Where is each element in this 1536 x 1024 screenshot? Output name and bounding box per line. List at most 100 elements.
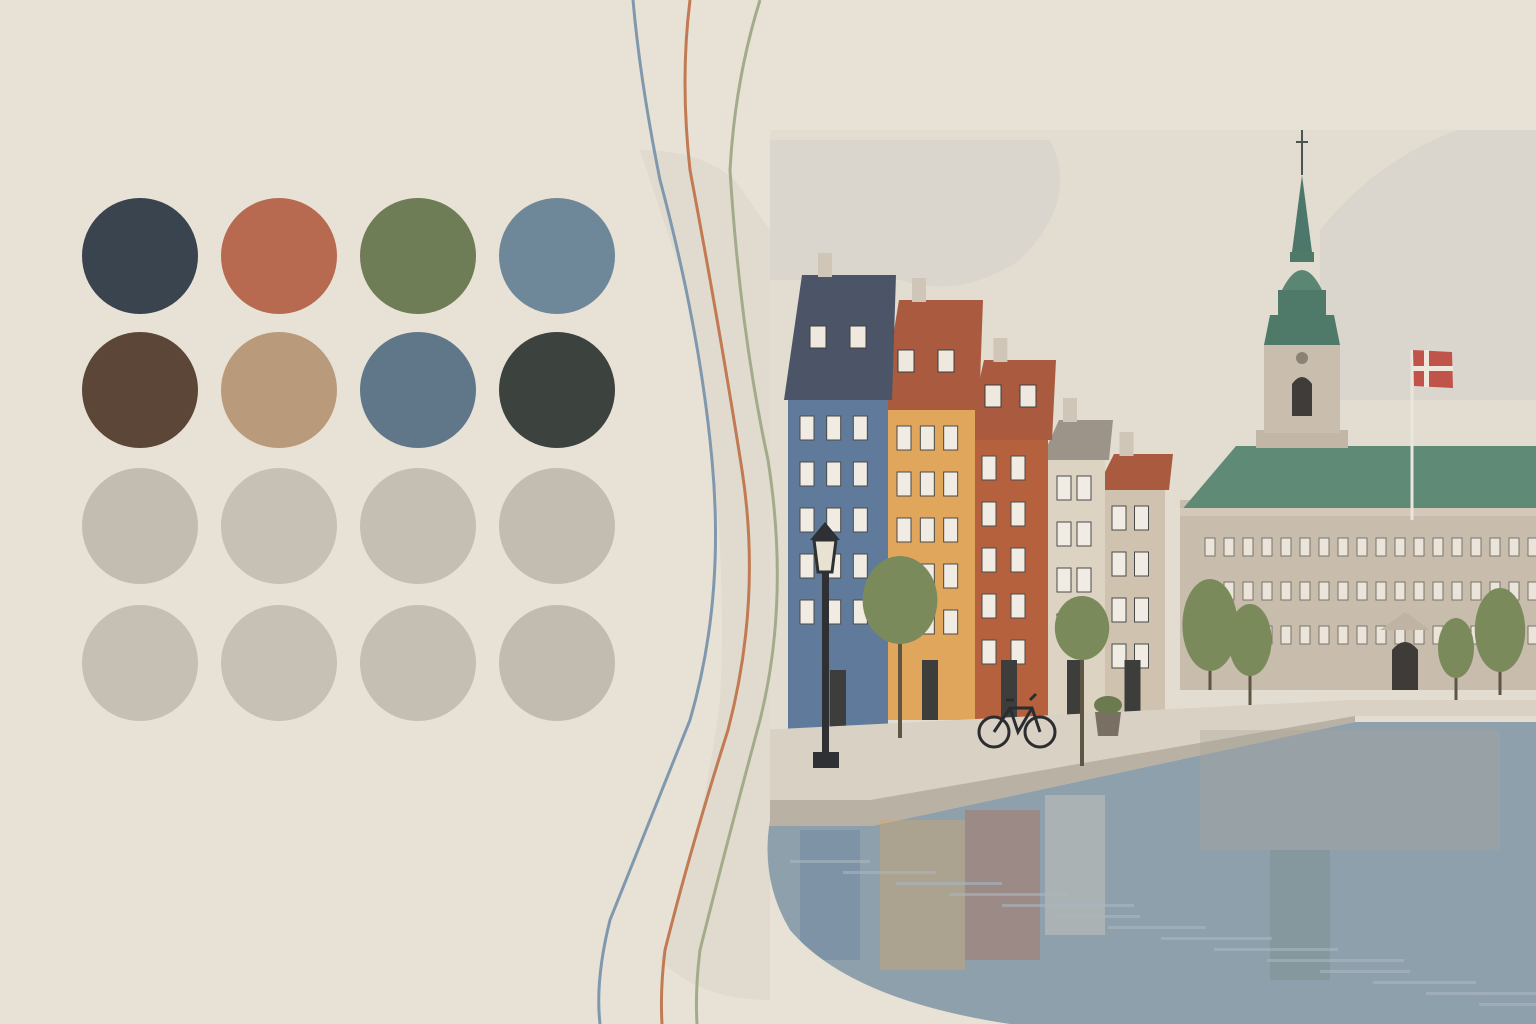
palace-window xyxy=(1223,537,1235,557)
water-ripple xyxy=(1373,981,1476,984)
tree-crown xyxy=(1054,596,1110,660)
water-ripple xyxy=(1426,992,1536,995)
dormer-window xyxy=(897,349,915,373)
townhouse-window xyxy=(981,501,997,527)
townhouse-window xyxy=(943,425,959,451)
tree-crown xyxy=(1474,588,1526,672)
tree-crown xyxy=(862,556,938,644)
water-ripple xyxy=(949,893,1068,896)
townhouse-window xyxy=(1134,505,1149,531)
tower-roof xyxy=(1264,315,1340,345)
townhouse-window xyxy=(852,507,868,533)
palace-window xyxy=(1394,581,1406,601)
water-ripple xyxy=(896,882,1002,885)
poster xyxy=(0,0,1536,1024)
palace-window xyxy=(1280,581,1292,601)
palace-window xyxy=(1527,537,1536,557)
townhouse-window xyxy=(943,471,959,497)
townhouse-door xyxy=(830,670,846,730)
palace-window xyxy=(1413,537,1425,557)
palace-window xyxy=(1337,625,1349,645)
planter xyxy=(1095,712,1121,736)
lamp-head xyxy=(812,538,838,574)
tree-crown xyxy=(1228,604,1272,676)
danish-flag-icon xyxy=(1413,350,1453,388)
townhouse-window xyxy=(1111,643,1127,669)
water-ripple xyxy=(1320,970,1410,973)
chimney xyxy=(993,338,1008,362)
lamp-base xyxy=(813,752,839,768)
tower-clock xyxy=(1296,352,1308,364)
water-ripple xyxy=(1214,948,1338,951)
townhouse-window xyxy=(852,461,868,487)
palace-window xyxy=(1318,625,1330,645)
townhouse-window xyxy=(799,507,815,533)
water-ripple xyxy=(843,871,936,874)
palace-window xyxy=(1375,537,1387,557)
townhouse-window xyxy=(826,461,842,487)
palace-window xyxy=(1527,581,1536,601)
flag-cross-h xyxy=(1413,366,1453,371)
townhouse-window xyxy=(799,461,815,487)
townhouse-window xyxy=(896,517,912,543)
copenhagen-canal-illustration xyxy=(597,0,1536,1024)
palace-window xyxy=(1318,537,1330,557)
townhouse-window xyxy=(1134,551,1149,577)
scene-group xyxy=(767,130,1536,1024)
townhouse-window xyxy=(1010,455,1026,481)
townhouse-window xyxy=(852,553,868,579)
townhouse-window xyxy=(1076,475,1092,501)
palace-window xyxy=(1356,537,1368,557)
townhouse-window xyxy=(1076,521,1092,547)
palace-window xyxy=(1337,537,1349,557)
townhouse-window xyxy=(826,415,842,441)
tower-ring xyxy=(1290,252,1314,262)
water-ripple xyxy=(1479,1003,1536,1006)
townhouse-window xyxy=(896,425,912,451)
palace-window xyxy=(1432,537,1444,557)
palace-roof xyxy=(1180,446,1536,512)
lamp-post xyxy=(822,570,829,760)
palace-window xyxy=(1413,581,1425,601)
dormer-window xyxy=(849,325,867,349)
water-ripple xyxy=(1267,959,1404,962)
palace-window xyxy=(1470,581,1482,601)
townhouse-window xyxy=(1056,567,1072,593)
palace-door xyxy=(1392,642,1418,690)
chimney xyxy=(1063,398,1077,422)
palace-window xyxy=(1508,537,1520,557)
palace-window xyxy=(1242,537,1254,557)
palace-window xyxy=(1318,581,1330,601)
water-ripple xyxy=(1108,926,1206,929)
dormer-window xyxy=(1019,384,1037,408)
palace-window xyxy=(1527,625,1536,645)
palace-window xyxy=(1394,537,1406,557)
water-ripple xyxy=(1161,937,1272,940)
tower-lantern xyxy=(1278,290,1326,316)
townhouse-door xyxy=(922,660,938,720)
palace-window xyxy=(1337,581,1349,601)
palace-window xyxy=(1280,537,1292,557)
townhouse-window xyxy=(1134,597,1149,623)
townhouse-window xyxy=(1111,505,1127,531)
townhouse-window xyxy=(943,563,959,589)
palace-window xyxy=(1432,581,1444,601)
palace-window xyxy=(1204,537,1216,557)
townhouse-window xyxy=(919,425,935,451)
palace-window xyxy=(1451,537,1463,557)
townhouse-window xyxy=(1056,521,1072,547)
planter-shrub xyxy=(1094,696,1122,714)
palace-window xyxy=(1470,537,1482,557)
townhouse-window xyxy=(1010,501,1026,527)
tree-crown xyxy=(1438,618,1474,678)
dormer-window xyxy=(809,325,827,349)
water-reflection xyxy=(1045,795,1105,935)
palace-window xyxy=(1489,537,1501,557)
tower-window xyxy=(1292,377,1312,416)
townhouse-window xyxy=(1056,475,1072,501)
chimney xyxy=(912,278,926,302)
palace-window xyxy=(1280,625,1292,645)
palace-window xyxy=(1242,581,1254,601)
townhouse-window xyxy=(1010,547,1026,573)
townhouse-window xyxy=(799,415,815,441)
